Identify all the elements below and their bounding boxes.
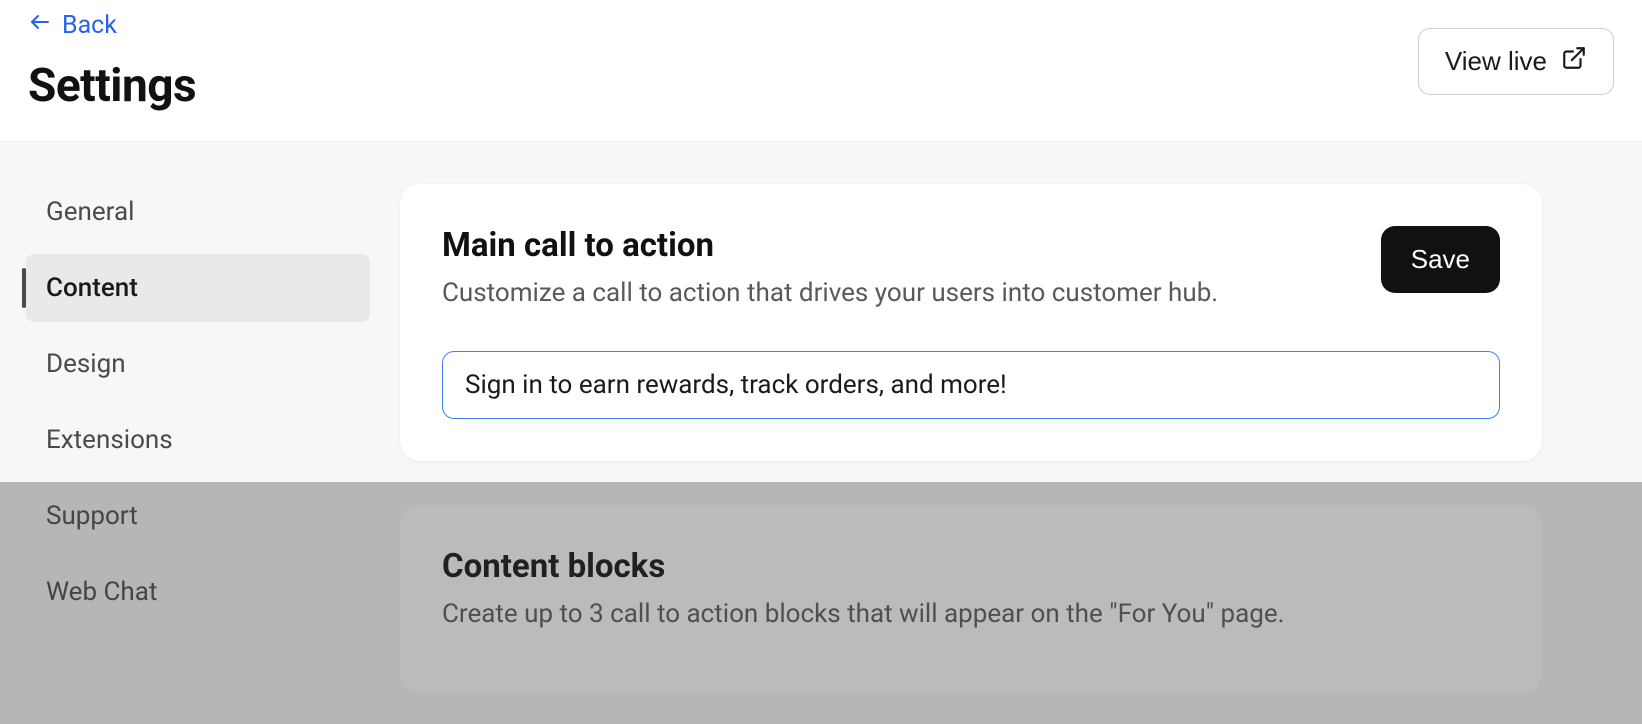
external-link-icon [1561,45,1587,78]
sidebar-item-label: Support [46,501,138,531]
sidebar-item-label: Extensions [46,425,173,455]
page-header: Back Settings View live [0,0,1642,142]
sidebar-item-extensions[interactable]: Extensions [26,406,370,474]
cta-card: Main call to action Customize a call to … [400,184,1542,461]
sidebar-item-label: Web Chat [46,577,157,607]
sidebar-item-content[interactable]: Content [26,254,370,322]
blocks-card-title: Content blocks [442,547,1500,586]
arrow-left-icon [28,10,52,41]
content-area: General Content Design Extensions Suppor… [0,142,1642,724]
page-title: Settings [28,59,196,113]
content-blocks-card: Content blocks Create up to 3 call to ac… [400,505,1542,694]
cta-card-title: Main call to action [442,226,1218,265]
save-button[interactable]: Save [1381,226,1500,293]
sidebar-item-general[interactable]: General [26,178,370,246]
cta-input[interactable] [442,351,1500,419]
view-live-label: View live [1445,46,1547,77]
sidebar-item-web-chat[interactable]: Web Chat [26,558,370,626]
blocks-card-description: Create up to 3 call to action blocks tha… [442,596,1500,634]
sidebar-item-label: Content [46,273,138,303]
sidebar-item-label: General [46,197,134,227]
back-label: Back [62,11,117,40]
sidebar-item-label: Design [46,349,126,379]
back-button[interactable]: Back [28,10,196,41]
view-live-button[interactable]: View live [1418,28,1614,95]
cta-card-description: Customize a call to action that drives y… [442,275,1218,313]
main-panel: Main call to action Customize a call to … [380,142,1642,724]
settings-sidebar: General Content Design Extensions Suppor… [0,142,380,724]
sidebar-item-design[interactable]: Design [26,330,370,398]
sidebar-item-support[interactable]: Support [26,482,370,550]
